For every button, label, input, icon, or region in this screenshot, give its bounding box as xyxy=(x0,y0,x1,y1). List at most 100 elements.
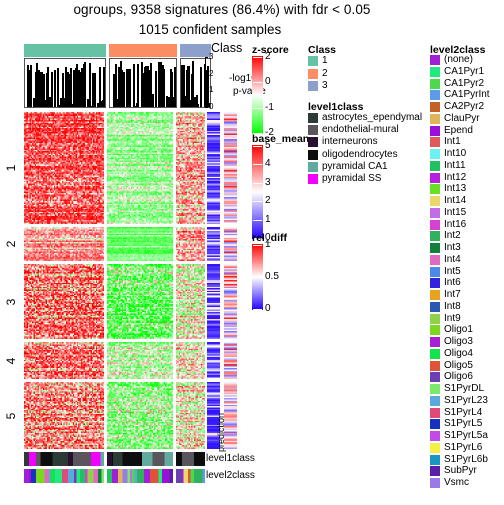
legend-level2class-swatch-ca1pyr2 xyxy=(430,79,440,89)
legend-rel-diff: 10.50 xyxy=(252,244,312,314)
legend-level2class-swatch-oligo5 xyxy=(430,361,440,371)
legend-level1class-swatch-pyramidal-ss xyxy=(308,174,318,184)
legend-level2class-swatch-int11 xyxy=(430,161,440,171)
heatmap-block xyxy=(176,227,205,261)
barplot-bar xyxy=(174,67,176,107)
legend-level2class-swatch-subpyr xyxy=(430,466,440,476)
heatmap-block xyxy=(176,382,205,449)
heatmap-block xyxy=(107,382,173,449)
legend-level2class-label: Int16 xyxy=(444,219,466,230)
barplot-bar xyxy=(123,72,125,107)
legend-level2class-label: Epend xyxy=(444,125,473,136)
legend-level1class-swatch-oligodendrocytes xyxy=(308,150,318,160)
legend-class-swatch-3 xyxy=(308,81,318,91)
top-barplot-annotation xyxy=(24,58,204,108)
legend-base-mean-tick-label: 3 xyxy=(265,178,271,188)
legend-level2class-swatch-oligo1 xyxy=(430,325,440,335)
legend-class-label: 3 xyxy=(322,80,328,91)
legend-level2class-swatch-int7 xyxy=(430,290,440,300)
legend-level1class-swatch-pyramidal-ca1 xyxy=(308,162,318,172)
legend-level2class-label: ClauPyr xyxy=(444,113,480,124)
legend-level1class-label: astrocytes_ependymal xyxy=(322,112,422,123)
barplot-bar xyxy=(57,68,59,107)
strip-reldiff-block xyxy=(224,227,237,261)
legend-base-mean-tickmark xyxy=(253,201,262,202)
legend-class-label: 2 xyxy=(322,68,328,79)
prediction-label: prediction xyxy=(216,413,226,452)
legend-z-score-tickmark xyxy=(253,108,262,109)
legend-level2class-label: Oligo4 xyxy=(444,348,473,359)
top-class-label: Class xyxy=(211,41,242,55)
legend-level2class-label: S1PyrL5 xyxy=(444,418,482,429)
bottom-l1-segment xyxy=(24,452,104,466)
barplot-bar xyxy=(103,67,105,107)
legend-base-mean-tick-label: 4 xyxy=(265,159,271,169)
legend-level2class-label: S1PyrL23 xyxy=(444,395,488,406)
legend-level2class-swatch-oligo6 xyxy=(430,372,440,382)
legend-rel-diff-tick-label: 0.5 xyxy=(265,272,279,282)
bottom-level1class-bar xyxy=(24,452,204,466)
barplot-axis-tick-label: 2 xyxy=(209,70,213,78)
legend-level2class-label: S1PyrL5a xyxy=(444,430,488,441)
barplot-axis-tickmark xyxy=(205,57,208,58)
legend-z-score-tickmark xyxy=(253,82,262,83)
legend-level2class-label: SubPyr xyxy=(444,465,477,476)
legend-level2class-label: Vsmc xyxy=(444,477,469,488)
legend-rel-diff-tick-label: 0 xyxy=(265,304,271,314)
legend-base-mean: 543210 xyxy=(252,145,312,245)
bottom-level1class-label: level1class xyxy=(206,454,255,464)
legend-level2class-label: Int9 xyxy=(444,313,461,324)
legend-level2class-swatch-int1 xyxy=(430,137,440,147)
heatmap-block xyxy=(24,112,104,224)
legend-level2class: (none)CA1Pyr1CA1Pyr2CA1PyrIntCA2Pyr2Clau… xyxy=(430,55,504,505)
barplot-axis-tickmark xyxy=(205,90,208,91)
legend-z-score-tick-label: 0 xyxy=(265,77,271,87)
strip-basemean-block xyxy=(207,264,220,339)
heatmap-row-label-5: 5 xyxy=(3,405,19,427)
legend-level2class-swatch-epend xyxy=(430,126,440,136)
legend-level2class-swatch--none- xyxy=(430,55,440,65)
strip-basemean-block xyxy=(207,112,220,224)
heatmap-row-labels: 12345 xyxy=(0,112,24,450)
legend-level2class-label: S1PyrL4 xyxy=(444,407,482,418)
barplot-bar xyxy=(89,63,91,107)
legend-z-score: 20-1-2 xyxy=(252,56,312,138)
legend-level2class-label: Int14 xyxy=(444,195,466,206)
legend-level2class-label: CA2Pyr2 xyxy=(444,101,484,112)
legend-class-swatch-2 xyxy=(308,69,318,79)
legend-level2class-swatch-int16 xyxy=(430,220,440,230)
legend-level2class-label: Int2 xyxy=(444,230,461,241)
barplot-bar xyxy=(133,64,135,107)
legend-class-label: 1 xyxy=(322,55,328,66)
barplot-panel-2 xyxy=(109,58,177,108)
legend-level2class-swatch-s1pyrl6 xyxy=(430,443,440,453)
class-block-2 xyxy=(109,44,177,57)
legend-level2class-swatch-ca1pyr1 xyxy=(430,67,440,77)
barplot-bar xyxy=(152,94,154,107)
page-title: ogroups, 9358 signatures (86.4%) with fd… xyxy=(0,2,502,17)
heatmap-block xyxy=(107,227,173,261)
legend-base-mean-tick-label: 1 xyxy=(265,215,271,225)
legend-level1class-swatch-endothelial-mural xyxy=(308,125,318,135)
legend-level2class-label: Int10 xyxy=(444,148,466,159)
heatmap-block xyxy=(24,264,104,339)
barplot-bar xyxy=(137,64,139,107)
barplot-bar xyxy=(129,69,131,107)
base-mean-annotation-strip xyxy=(207,112,220,450)
legend-base-mean-title: base_mean xyxy=(252,133,309,145)
barplot-bar xyxy=(155,71,157,107)
legend-level2class-label: S1PyrL6 xyxy=(444,442,482,453)
heatmap-block xyxy=(107,112,173,224)
legend-level2class-label: Int8 xyxy=(444,301,461,312)
strip-reldiff-block xyxy=(224,264,237,339)
legend-level1class-label: endothelial-mural xyxy=(322,124,399,135)
barplot-bar xyxy=(54,70,56,107)
legend-level2class-label: CA1PyrInt xyxy=(444,89,490,100)
barplot-bar xyxy=(51,72,53,107)
legend-level2class-swatch-s1pyrl23 xyxy=(430,396,440,406)
barplot-axis-tickmark xyxy=(205,74,208,75)
legend-base-mean-tickmark xyxy=(253,164,262,165)
legend-level2class-label: Int1 xyxy=(444,136,461,147)
legend-level2class-swatch-s1pyrl4 xyxy=(430,408,440,418)
legend-level2class-swatch-oligo3 xyxy=(430,337,440,347)
